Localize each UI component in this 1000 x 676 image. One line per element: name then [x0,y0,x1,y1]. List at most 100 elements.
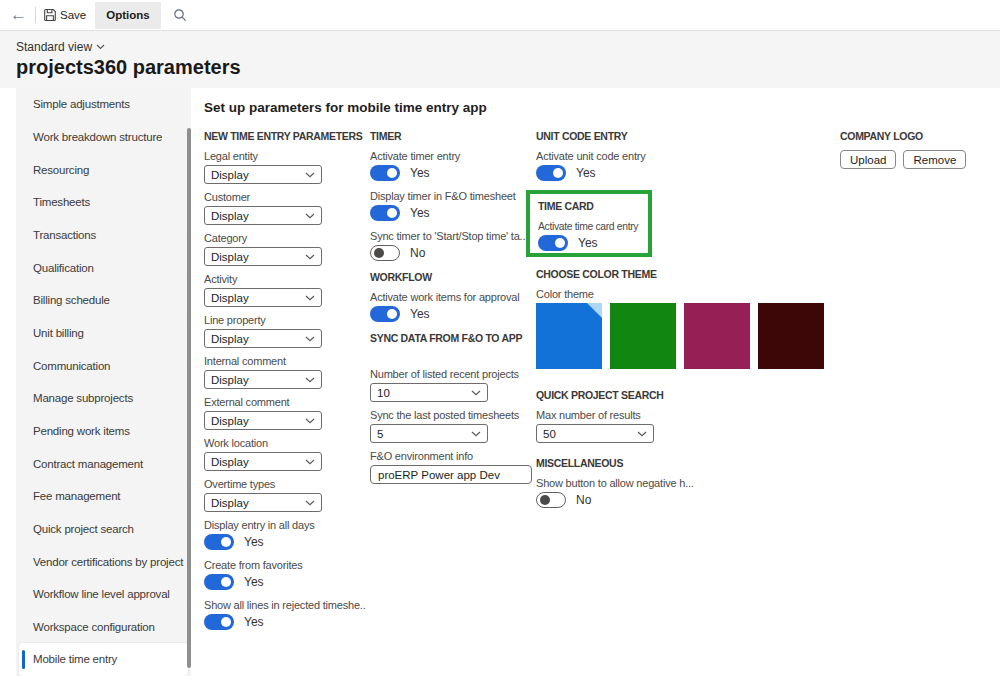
field-label: External comment [204,396,366,409]
field-display-entry-in-all-days: Display entry in all daysYes [204,519,366,550]
sidebar-item-quick-project-search[interactable]: Quick project search [19,513,188,546]
save-button[interactable]: Save [43,8,86,22]
field-label: Create from favorites [204,559,366,572]
sidebar-item-resourcing[interactable]: Resourcing [19,153,188,186]
color-swatch-4[interactable] [758,303,824,369]
field-activate-work-items-for-approval: Activate work items for approvalYes [370,291,536,322]
overtime-types-dropdown[interactable]: Display [204,493,322,512]
field-max-number-of-results: Max number of results50 [536,409,836,443]
sidebar-item-pending-work-items[interactable]: Pending work items [19,415,188,448]
dropdown-value: Display [211,415,305,427]
chevron-down-icon [305,459,315,465]
field-sync-the-last-posted-timesheets: Sync the last posted timesheets 5 [370,409,536,443]
chevron-down-icon [305,213,315,219]
show-all-lines-in-rejected-timeshe-toggle[interactable] [204,614,234,630]
field-label: Color theme [536,288,701,301]
external-comment-dropdown[interactable]: Display [204,411,322,430]
view-selector[interactable]: Standard view [16,40,105,54]
dropdown-value: 5 [377,428,471,440]
options-tab[interactable]: Options [95,2,160,29]
section-header: CHOOSE COLOR THEME [536,268,836,280]
customer-dropdown[interactable]: Display [204,206,322,225]
sidebar-item-unit-billing[interactable]: Unit billing [19,317,188,350]
toggle-knob [553,168,563,178]
line-property-dropdown[interactable]: Display [204,329,322,348]
sidebar-item-work-breakdown-structure[interactable]: Work breakdown structure [19,121,188,154]
display-timer-in-f-o-timesheet-toggle[interactable] [370,205,400,221]
sync-timer-to-start-stop-time-ta-toggle[interactable] [370,245,400,261]
toggle-state-label: Yes [410,206,430,220]
field-external-comment: External comment Display [204,396,366,430]
field-label: Show all lines in rejected timeshe... [204,599,366,612]
sidebar-item-contract-management[interactable]: Contract management [19,447,188,480]
activate-work-items-for-approval-toggle[interactable] [370,306,400,322]
color-swatch-2[interactable] [610,303,676,369]
back-arrow-icon[interactable]: ← [10,6,27,23]
section-header: MISCELLANEOUS [536,457,836,469]
sidebar-item-transactions[interactable]: Transactions [19,219,188,252]
field-label: Line property [204,314,366,327]
sidebar-item-workspace-configuration[interactable]: Workspace configuration [19,611,188,644]
dropdown-value: Display [211,333,305,345]
legal-entity-dropdown[interactable]: Display [204,165,322,184]
category-dropdown[interactable]: Display [204,247,322,266]
number-of-listed-recent-projects-dropdown[interactable]: 10 [370,383,488,402]
sidebar-nav: Simple adjustmentsWork breakdown structu… [16,88,191,676]
field-create-from-favorites: Create from favoritesYes [204,559,366,590]
dropdown-value: Display [211,374,305,386]
page-header: Standard view projects360 parameters [0,31,1000,88]
search-icon[interactable] [173,8,187,22]
sidebar-item-vendor-certifications-by-project[interactable]: Vendor certifications by project [19,545,188,578]
f-o-environment-info-input[interactable]: proERP Power app Dev [370,465,532,484]
dropdown-value: Display [211,169,305,181]
field-label: Display entry in all days [204,519,366,532]
display-entry-in-all-days-toggle[interactable] [204,534,234,550]
sidebar-item-billing-schedule[interactable]: Billing schedule [19,284,188,317]
field-label: Activate work items for approval [370,291,535,304]
max-number-of-results-dropdown[interactable]: 50 [536,424,654,443]
field-display-timer-in-f-o-timesheet: Display timer in F&O timesheetYes [370,190,536,221]
field-label: Sync the last posted timesheets [370,409,535,422]
field-label: Overtime types [204,478,366,491]
remove-button[interactable]: Remove [903,150,966,169]
color-swatch-3[interactable] [684,303,750,369]
sidebar-item-qualification[interactable]: Qualification [19,251,188,284]
sync-the-last-posted-timesheets-dropdown[interactable]: 5 [370,424,488,443]
dropdown-value: Display [211,456,305,468]
activate-time-card-entry-toggle[interactable] [538,235,568,251]
sidebar-item-timesheets[interactable]: Timesheets [19,186,188,219]
color-swatch-1[interactable] [536,303,602,369]
sidebar-item-simple-adjustments[interactable]: Simple adjustments [19,88,188,121]
sidebar-item-communication[interactable]: Communication [19,349,188,382]
section-header: SYNC DATA FROM F&O TO APP [370,332,536,344]
section-header: UNIT CODE ENTRY [536,130,836,142]
internal-comment-dropdown[interactable]: Display [204,370,322,389]
section-header: QUICK PROJECT SEARCH [536,389,836,401]
chevron-down-icon [305,295,315,301]
create-from-favorites-toggle[interactable] [204,574,234,590]
save-icon [43,8,57,22]
field-activate-timer-entry: Activate timer entryYes [370,150,536,181]
work-location-dropdown[interactable]: Display [204,452,322,471]
sidebar-item-manage-subprojects[interactable]: Manage subprojects [19,382,188,415]
toggle-knob [221,617,231,627]
toggle-knob [540,495,550,505]
activate-timer-entry-toggle[interactable] [370,165,400,181]
input-value: proERP Power app Dev [378,469,500,481]
activate-unit-code-entry-toggle[interactable] [536,165,566,181]
sidebar-scrollbar[interactable] [187,128,191,668]
activity-dropdown[interactable]: Display [204,288,322,307]
field-label: Number of listed recent projects [370,368,535,381]
show-button-to-allow-negative-h-toggle[interactable] [536,492,566,508]
toggle-knob [374,248,384,258]
chevron-down-icon [305,500,315,506]
upload-button[interactable]: Upload [840,150,896,169]
chevron-down-icon [305,254,315,260]
chevron-down-icon [305,336,315,342]
field-internal-comment: Internal commentDisplay [204,355,366,389]
field-label: Activate unit code entry [536,150,701,163]
sidebar-item-mobile-time-entry[interactable]: Mobile time entry [19,643,188,676]
toggle-knob [387,309,397,319]
sidebar-item-fee-management[interactable]: Fee management [19,480,188,513]
sidebar-item-workflow-line-level-approval[interactable]: Workflow line level approval [19,578,188,611]
